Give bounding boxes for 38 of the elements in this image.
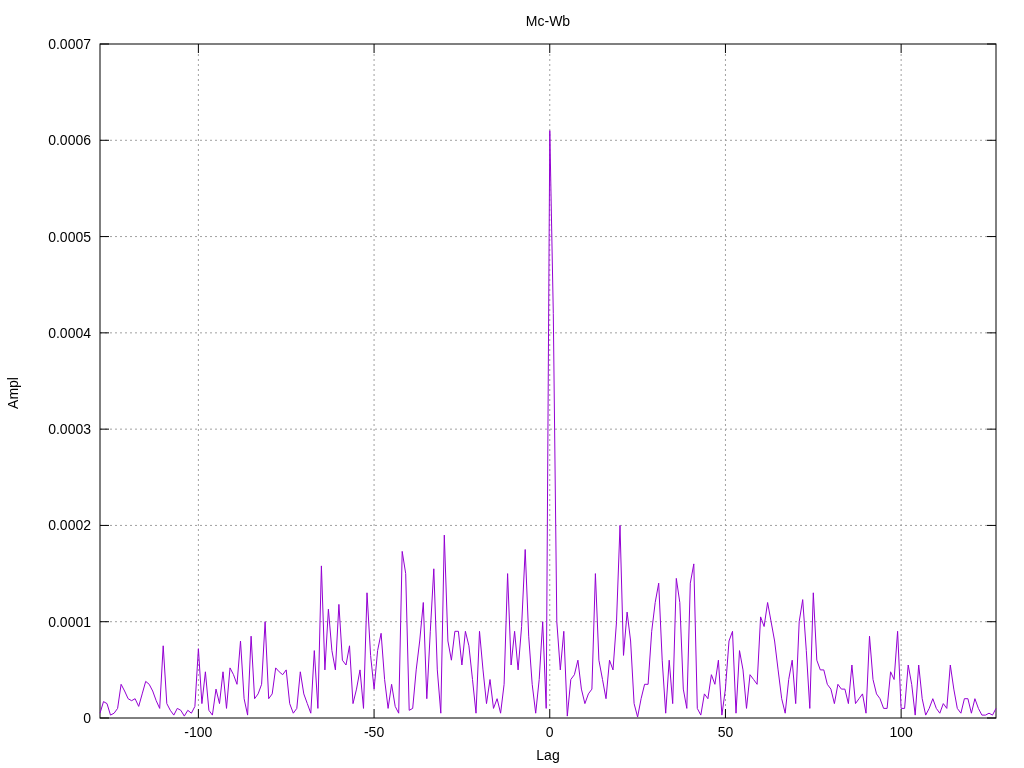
tick-mark [197, 43, 199, 54]
y-tick-label: 0.0001 [48, 613, 91, 630]
y-tick-label: 0 [83, 710, 91, 726]
tick-mark [900, 708, 902, 719]
x-axis-label: Lag [536, 747, 560, 763]
tick-mark [99, 139, 110, 141]
y-tick-label: 0.0006 [48, 132, 91, 149]
y-axis-label: Ampl [5, 377, 21, 409]
tick-mark [99, 236, 110, 238]
chart-title: Mc-Wb [525, 13, 571, 29]
y-tick-label: 0.0003 [48, 421, 91, 438]
y-tick-label: 0.0007 [48, 36, 91, 52]
y-tick-label: 0.0004 [48, 324, 91, 341]
tick-mark [724, 43, 726, 54]
tick-mark [549, 708, 551, 719]
x-tick-label: 100 [889, 724, 913, 740]
tick-mark [549, 43, 551, 54]
tick-mark [986, 524, 997, 526]
tick-mark [373, 708, 375, 719]
tick-mark [986, 332, 997, 334]
tick-mark [99, 428, 110, 430]
tick-mark [99, 524, 110, 526]
tick-mark [197, 708, 199, 719]
tick-mark [986, 236, 997, 238]
tick-mark [986, 428, 997, 430]
x-tick-label: -50 [363, 724, 385, 740]
tick-mark [373, 43, 375, 54]
tick-mark [986, 621, 997, 623]
y-tick-label: 0.0002 [48, 517, 91, 534]
tick-mark [99, 621, 110, 623]
x-tick-label: -100 [184, 724, 213, 740]
tick-mark [99, 332, 110, 334]
x-tick-label: 0 [545, 724, 554, 740]
x-tick-label: 50 [717, 724, 734, 740]
tick-mark [724, 708, 726, 719]
tick-mark [900, 43, 902, 54]
tick-mark [986, 139, 997, 141]
y-tick-label: 0.0005 [48, 228, 91, 245]
